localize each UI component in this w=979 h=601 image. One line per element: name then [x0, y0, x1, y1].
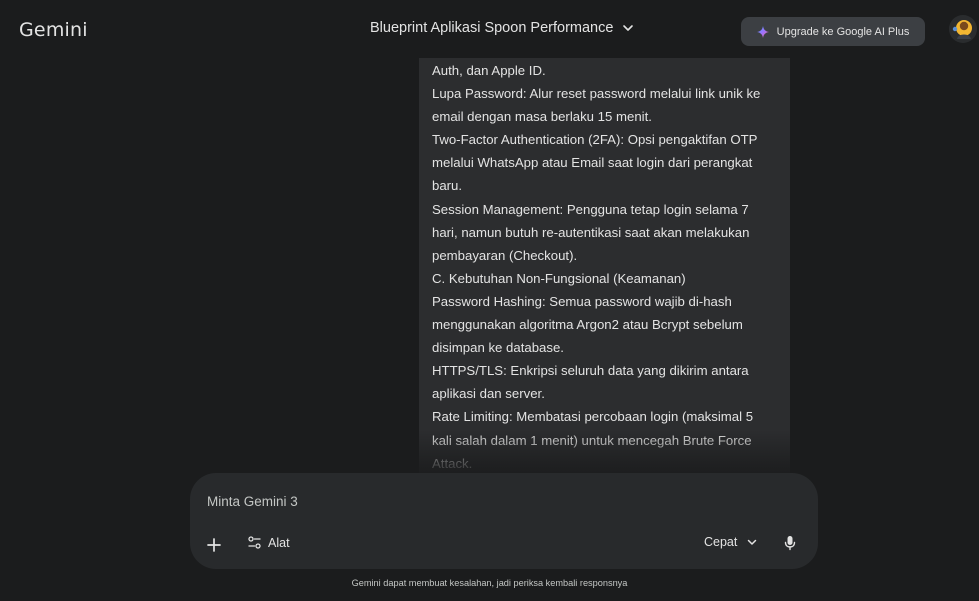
tools-label: Alat — [268, 535, 290, 550]
microphone-icon — [784, 536, 796, 551]
response-line: HTTPS/TLS: Enkripsi seluruh data yang di… — [432, 363, 749, 379]
chevron-down-icon — [748, 539, 757, 545]
upgrade-button[interactable]: Upgrade ke Google AI Plus — [741, 17, 925, 46]
tools-button[interactable]: Alat — [247, 535, 290, 550]
response-line: hari, namun butuh re-autentikasi saat ak… — [432, 224, 750, 240]
prompt-composer[interactable]: Minta Gemini 3 Alat Cepat — [190, 473, 818, 569]
avatar[interactable] — [949, 15, 977, 43]
plus-icon — [207, 538, 221, 552]
response-line: baru. — [432, 178, 463, 194]
response-line: Two-Factor Authentication (2FA): Opsi pe… — [432, 132, 758, 148]
response-line: Lupa Password: Alur reset password melal… — [432, 86, 761, 102]
response-line: Rate Limiting: Membatasi percobaan login… — [432, 409, 754, 425]
user-avatar-icon — [949, 15, 977, 43]
response-line: email dengan masa berlaku 15 menit. — [432, 109, 652, 125]
app-window: Gemini Blueprint Aplikasi Spoon Performa… — [8, 6, 979, 601]
model-mode-dropdown[interactable]: Cepat — [704, 535, 758, 549]
brand-logo[interactable]: Gemini — [19, 19, 88, 41]
sparkle-icon — [756, 25, 769, 38]
response-text: Auth, dan Apple ID. Lupa Password: Alur r… — [432, 59, 784, 475]
top-bar: Gemini Blueprint Aplikasi Spoon Performa… — [8, 6, 979, 58]
add-attachment-button[interactable] — [204, 535, 224, 555]
response-message: Auth, dan Apple ID. Lupa Password: Alur r… — [419, 58, 790, 476]
tune-icon — [248, 536, 261, 549]
response-line: Auth, dan Apple ID. — [432, 63, 546, 78]
microphone-button[interactable] — [779, 532, 801, 554]
conversation-title: Blueprint Aplikasi Spoon Performance — [370, 20, 614, 36]
response-line: menggunakan algoritma Argon2 atau Bcrypt… — [432, 317, 743, 333]
response-line: disimpan ke database. — [432, 340, 564, 356]
response-line: pembayaran (Checkout). — [432, 247, 578, 263]
conversation-title-dropdown[interactable]: Blueprint Aplikasi Spoon Performance — [370, 20, 635, 36]
prompt-input[interactable]: Minta Gemini 3 — [207, 494, 298, 509]
chevron-down-icon — [623, 25, 634, 31]
response-line: aplikasi dan server. — [432, 386, 545, 402]
response-line: C. Kebutuhan Non-Fungsional (Keamanan) — [432, 270, 686, 286]
disclaimer-text: Gemini dapat membuat kesalahan, jadi per… — [351, 578, 628, 588]
upgrade-label: Upgrade ke Google AI Plus — [776, 25, 910, 38]
response-line: Session Management: Pengguna tetap login… — [432, 201, 749, 217]
scroll-fade-overlay — [419, 430, 790, 476]
response-line: Password Hashing: Semua password wajib d… — [432, 293, 732, 309]
mode-label: Cepat — [704, 535, 738, 549]
response-line: melalui WhatsApp atau Email saat login d… — [432, 155, 753, 171]
